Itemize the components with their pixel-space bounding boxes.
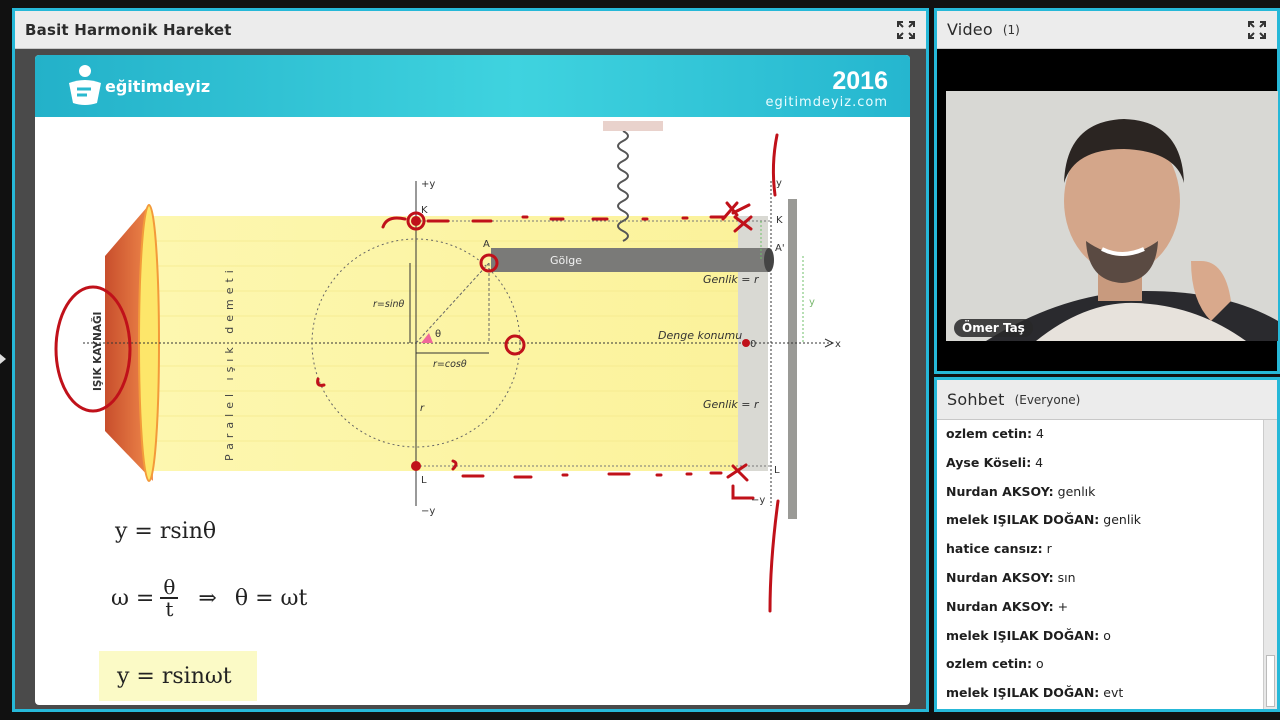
plus-y-label: +y xyxy=(421,179,435,190)
chat-text: + xyxy=(1057,598,1069,614)
a-point-label: A xyxy=(483,239,490,250)
chat-message: Nurdan AKSOY: sın xyxy=(937,564,1277,593)
formula-numerator: θ xyxy=(160,577,179,599)
fullscreen-icon[interactable] xyxy=(896,20,916,40)
l-right-label: L xyxy=(774,465,780,476)
formula-omega: ω = θ t ⇒ θ = ωt xyxy=(111,577,307,619)
y-small-label: y xyxy=(809,297,815,308)
video-pod-header: Video (1) xyxy=(937,11,1277,49)
r-cos-label: r=cosθ xyxy=(433,359,467,370)
chat-message: Ayse Köseli: 4 xyxy=(937,449,1277,478)
beam-label: Paralel ışık demeti xyxy=(223,265,236,461)
chat-text: genlık xyxy=(1057,483,1096,499)
chat-sender: Nurdan AKSOY: xyxy=(946,569,1054,585)
k-top-label: K xyxy=(421,205,428,216)
logo-text: eğitimdeyiz xyxy=(105,77,211,96)
a-prime-label: A' xyxy=(775,243,785,254)
chat-message: Nurdan AKSOY: + xyxy=(937,593,1277,622)
chat-messages: ozlem cetin: 4 Ayse Köseli: 4 Nurdan AKS… xyxy=(937,420,1277,709)
neg-y-right-label: −y xyxy=(751,495,765,506)
slide-header-band: eğitimdeyiz 2016 egitimdeyiz.com xyxy=(35,55,910,117)
k-right-label: K xyxy=(776,215,783,226)
chat-sender: Nurdan AKSOY: xyxy=(946,483,1054,499)
share-content: eğitimdeyiz 2016 egitimdeyiz.com IŞIK KA… xyxy=(15,49,926,709)
video-pod: Video (1) Ömer Taş xyxy=(934,8,1280,374)
video-count: (1) xyxy=(1002,22,1020,37)
chat-text: o xyxy=(1036,656,1044,672)
fullscreen-icon[interactable] xyxy=(1247,20,1267,40)
chat-sender: melek IŞILAK DOĞAN: xyxy=(946,627,1100,643)
chat-sender: melek IŞILAK DOĞAN: xyxy=(946,512,1100,528)
slide: eğitimdeyiz 2016 egitimdeyiz.com IŞIK KA… xyxy=(35,55,910,705)
chat-sender: ozlem cetin: xyxy=(946,656,1033,672)
theta-label: θ xyxy=(435,329,441,340)
chat-text: o xyxy=(1103,627,1111,643)
slide-site: egitimdeyiz.com xyxy=(765,95,888,110)
chat-message: melek IŞILAK DOĞAN: o xyxy=(937,622,1277,651)
meeting-room: Basit Harmonik Hareket eğitimdeyiz 2016 … xyxy=(0,0,1280,720)
share-pod: Basit Harmonik Hareket eğitimdeyiz 2016 … xyxy=(12,8,929,712)
share-pod-title: Basit Harmonik Hareket xyxy=(25,20,232,39)
formula-implies: ⇒ xyxy=(198,585,217,611)
chat-sender: Ayse Köseli: xyxy=(946,454,1032,470)
video-area: Ömer Taş xyxy=(937,49,1278,371)
x-axis-label: x xyxy=(835,339,841,350)
shadow-label: Gölge xyxy=(550,254,582,267)
amp-bottom-label: Genlik = r xyxy=(703,398,760,411)
chat-text: evt xyxy=(1103,685,1124,701)
formula-highlight: y = rsinωt xyxy=(99,651,257,701)
slide-year: 2016 xyxy=(832,67,888,95)
zero-label: 0 xyxy=(750,339,756,350)
amp-top-label: Genlik = r xyxy=(703,273,760,286)
chat-pod: Sohbet (Everyone) ozlem cetin: 4 Ayse Kö… xyxy=(934,377,1280,712)
chat-scope[interactable]: (Everyone) xyxy=(1015,393,1081,407)
chat-message: melek IŞILAK DOĞAN: evt xyxy=(937,679,1277,708)
chat-scroll-thumb[interactable] xyxy=(1266,655,1275,707)
equilibrium-label: Denge konumu xyxy=(658,329,742,342)
formula-y-rsin: y = rsinθ xyxy=(115,519,217,544)
chat-text: sın xyxy=(1057,569,1076,585)
formula-denominator: t xyxy=(165,597,174,621)
presenter-name-tag: Ömer Taş xyxy=(954,319,1033,337)
logo-icon xyxy=(69,65,101,105)
collapse-arrow-icon[interactable] xyxy=(0,354,6,364)
video-pod-title: Video xyxy=(947,20,993,39)
presenter-video-icon xyxy=(946,91,1278,341)
screen-plate xyxy=(788,199,797,519)
webcam-feed[interactable]: Ömer Taş xyxy=(946,91,1278,341)
chat-text: 4 xyxy=(1036,426,1044,441)
formula-fraction: θ t xyxy=(160,577,179,621)
chat-sender: Nurdan AKSOY: xyxy=(946,598,1054,614)
r-sin-label: r=sinθ xyxy=(373,299,404,310)
chat-message: hatice cansız: r xyxy=(937,535,1277,564)
share-pod-header: Basit Harmonik Hareket xyxy=(15,11,926,49)
chat-scrollbar[interactable] xyxy=(1263,420,1277,709)
formula-omega-rhs: θ = ωt xyxy=(234,585,308,611)
chat-message: Nurdan AKSOY: genlık xyxy=(937,478,1277,507)
chat-message: ozlem cetin: o xyxy=(937,650,1277,679)
chat-sender: hatice cansız: xyxy=(946,541,1043,557)
y-axis-label: y xyxy=(776,178,782,189)
slide-canvas: IŞIK KAYNAĞI Paralel ışık demeti +y −y K… xyxy=(43,121,905,701)
chat-sender: ozlem cetin: xyxy=(946,426,1033,441)
chat-pod-title: Sohbet xyxy=(947,390,1005,409)
formula-y-rsinwt: y = rsinωt xyxy=(117,663,232,689)
chat-sender: melek IŞILAK DOĞAN: xyxy=(946,685,1100,701)
chat-text: 4 xyxy=(1035,454,1044,470)
l-bottom-label: L xyxy=(421,475,427,486)
chat-message: ozlem cetin: 4 xyxy=(937,420,1277,449)
chat-pod-header: Sohbet (Everyone) xyxy=(937,380,1277,420)
minus-y-label: −y xyxy=(421,506,435,517)
formula-omega-lhs: ω = xyxy=(111,585,155,611)
chat-text: genlik xyxy=(1103,512,1142,528)
shadow-bar xyxy=(491,248,769,272)
chat-text: r xyxy=(1046,541,1052,557)
chat-message: melek IŞILAK DOĞAN: genlik xyxy=(937,506,1277,535)
light-source-label: IŞIK KAYNAĞI xyxy=(91,312,104,391)
